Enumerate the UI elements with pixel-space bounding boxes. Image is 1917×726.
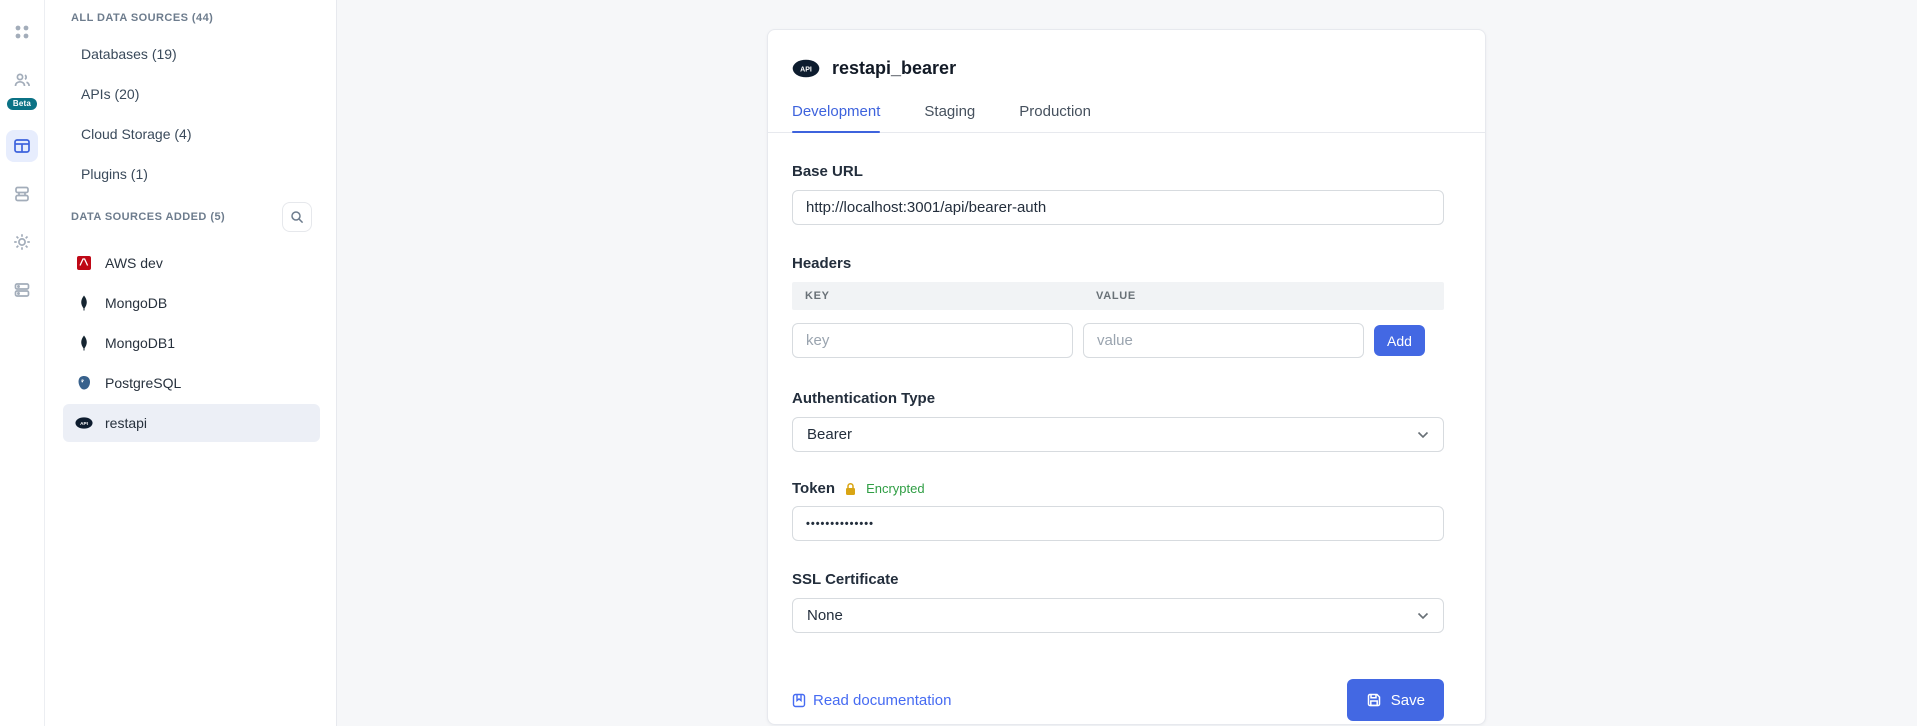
config-form: Base URL Headers KEY VALUE Add Authentic… [768, 133, 1485, 721]
users-icon [13, 71, 31, 89]
audit-nav-button[interactable] [6, 274, 38, 306]
sidebar-item-postgresql[interactable]: PostgreSQL [63, 364, 320, 402]
header-value-input[interactable] [1083, 323, 1364, 358]
added-sources-header: DATA SOURCES ADDED (5) [45, 194, 336, 242]
sidebar-item-databases[interactable]: Databases (19) [45, 34, 336, 74]
datasource-config-card: API restapi_bearer Development Staging P… [767, 29, 1486, 725]
grid-icon [13, 23, 31, 41]
ssl-certificate-select[interactable]: None [792, 598, 1444, 633]
tab-staging[interactable]: Staging [924, 103, 975, 132]
restapi-icon: API [792, 59, 820, 78]
auth-type-value: Bearer [807, 426, 852, 443]
environment-tabs: Development Staging Production [768, 103, 1485, 133]
sidebar-item-cloud-storage[interactable]: Cloud Storage (4) [45, 114, 336, 154]
settings-nav-button[interactable] [6, 226, 38, 258]
source-label: PostgreSQL [105, 375, 181, 391]
read-documentation-label: Read documentation [813, 692, 951, 709]
mongodb-icon [75, 294, 93, 312]
tab-production[interactable]: Production [1019, 103, 1091, 132]
card-header: API restapi_bearer [768, 30, 1485, 79]
workspace-users-nav-button[interactable] [6, 64, 38, 96]
key-column-header: KEY [792, 290, 1083, 302]
sidebar-item-restapi[interactable]: API restapi [63, 404, 320, 442]
layers-icon [13, 185, 31, 203]
data-sources-nav-button[interactable] [6, 130, 38, 162]
sidebar-item-aws-dev[interactable]: AWS dev [63, 244, 320, 282]
lock-icon [844, 482, 857, 496]
gear-icon [13, 233, 31, 251]
icon-rail: Beta [0, 0, 45, 726]
sidebar-item-mongodb1[interactable]: MongoDB1 [63, 324, 320, 362]
save-button-label: Save [1391, 692, 1425, 709]
postgresql-icon [75, 374, 93, 392]
all-sources-header: ALL DATA SOURCES (44) [45, 4, 336, 34]
beta-badge: Beta [7, 98, 37, 110]
search-button[interactable] [282, 202, 312, 232]
encrypted-badge: Encrypted [866, 481, 925, 496]
auth-type-select[interactable]: Bearer [792, 417, 1444, 452]
restapi-icon: API [75, 414, 93, 432]
save-icon [1366, 692, 1382, 708]
card-footer: Read documentation Save [792, 679, 1444, 721]
base-url-input[interactable] [792, 190, 1444, 225]
source-label: MongoDB1 [105, 335, 175, 351]
token-label: Token [792, 480, 835, 497]
chevron-down-icon [1417, 431, 1429, 439]
ssl-certificate-value: None [807, 607, 843, 624]
auth-type-label: Authentication Type [792, 390, 1444, 407]
chevron-down-icon [1417, 612, 1429, 620]
svg-text:API: API [800, 67, 812, 74]
token-label-row: Token Encrypted [792, 480, 1444, 497]
svg-text:API: API [80, 421, 88, 426]
datasource-sidebar: ALL DATA SOURCES (44) Databases (19) API… [45, 0, 337, 726]
server-icon [13, 281, 31, 299]
apps-nav-button[interactable] [6, 16, 38, 48]
source-label: restapi [105, 415, 147, 431]
search-icon [290, 210, 304, 224]
documentation-icon [792, 693, 806, 708]
tab-development[interactable]: Development [792, 103, 880, 132]
mongodb-icon [75, 334, 93, 352]
sidebar-item-mongodb[interactable]: MongoDB [63, 284, 320, 322]
source-label: AWS dev [105, 255, 163, 271]
save-button[interactable]: Save [1347, 679, 1444, 721]
add-header-button[interactable]: Add [1374, 325, 1425, 356]
aws-icon [75, 254, 93, 272]
header-entry-row: Add [792, 323, 1444, 358]
header-key-input[interactable] [792, 323, 1073, 358]
sidebar-item-plugins[interactable]: Plugins (1) [45, 154, 336, 194]
headers-label: Headers [792, 255, 1444, 272]
ssl-certificate-label: SSL Certificate [792, 571, 1444, 588]
source-label: MongoDB [105, 295, 167, 311]
page-title: restapi_bearer [832, 58, 956, 79]
base-url-label: Base URL [792, 163, 1444, 180]
main-area: API restapi_bearer Development Staging P… [338, 0, 1917, 726]
read-documentation-link[interactable]: Read documentation [792, 692, 951, 709]
value-column-header: VALUE [1083, 290, 1136, 302]
sidebar-item-apis[interactable]: APIs (20) [45, 74, 336, 114]
datasource-icon [13, 137, 31, 155]
layers-nav-button[interactable] [6, 178, 38, 210]
headers-table-header: KEY VALUE [792, 282, 1444, 310]
token-input[interactable] [792, 506, 1444, 541]
